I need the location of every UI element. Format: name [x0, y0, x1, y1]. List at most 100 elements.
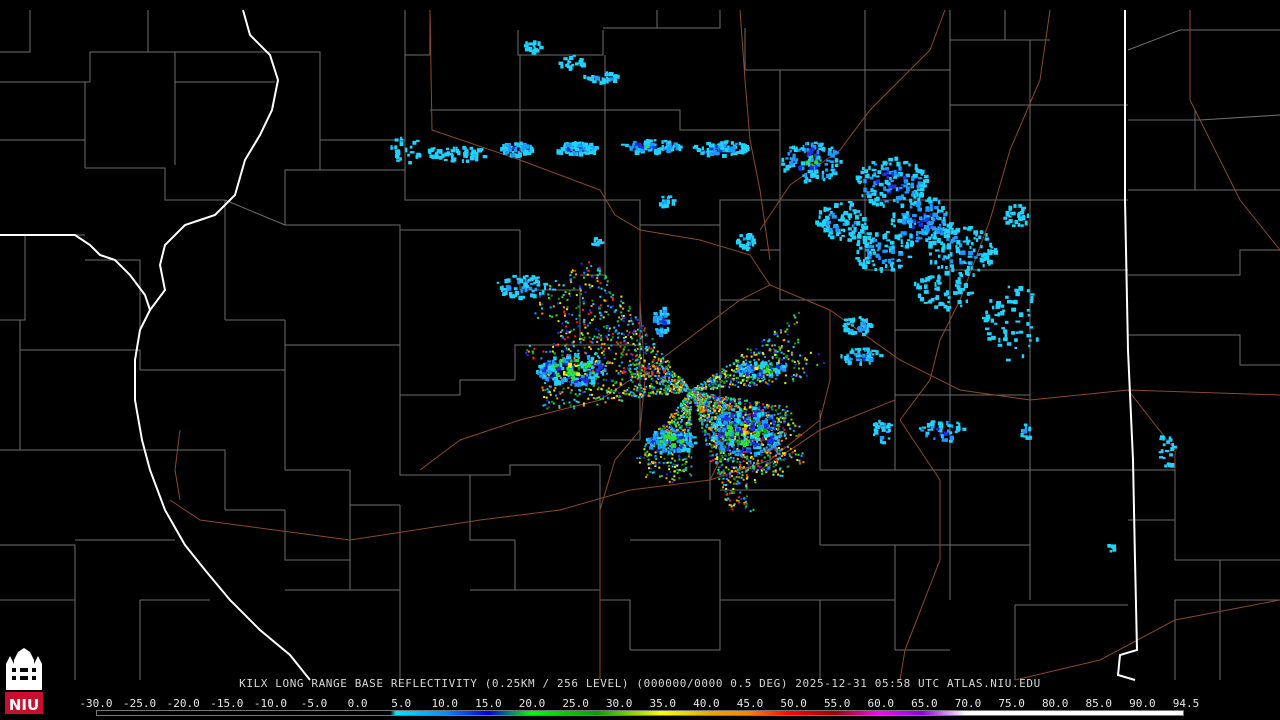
echo-pixel [603, 342, 606, 345]
echo-pixel [728, 504, 731, 506]
echo-pixel [571, 313, 574, 316]
echo-pixel [764, 381, 767, 384]
echo-pixel [567, 348, 570, 351]
echo-pixel [987, 249, 990, 254]
echo-pixel [852, 317, 856, 323]
echo-pixel [607, 387, 610, 390]
echo-pixel [643, 456, 646, 459]
echo-pixel [773, 330, 776, 333]
echo-pixel [579, 62, 582, 67]
echo-pixel [698, 418, 701, 421]
echo-pixel [862, 332, 866, 337]
echo-pixel [662, 383, 664, 386]
echo-pixel [791, 378, 794, 381]
echo-pixel [580, 337, 583, 340]
echo-pixel [573, 357, 576, 360]
echo-pixel [663, 457, 666, 460]
echo-pixel [856, 249, 860, 255]
echo-pixel [568, 331, 571, 333]
echo-pixel [722, 471, 725, 474]
echo-pixel [862, 347, 866, 351]
echo-pixel [754, 481, 757, 484]
echo-pixel [725, 474, 728, 477]
echo-pixel [618, 396, 621, 399]
echo-pixel [687, 429, 690, 432]
echo-pixel [553, 343, 556, 345]
echo-pixel [785, 437, 788, 440]
echo-pixel [749, 456, 752, 459]
echo-pixel [685, 384, 688, 387]
echo-pixel [858, 262, 863, 266]
echo-pixel [721, 481, 724, 484]
echo-pixel [708, 436, 711, 439]
echo-pixel [574, 393, 577, 396]
echo-pixel [565, 143, 570, 147]
echo-pixel [567, 386, 570, 389]
echo-pixel [938, 223, 941, 226]
echo-pixel [839, 236, 842, 241]
echo-pixel [661, 428, 664, 430]
echo-pixel [817, 155, 821, 159]
echo-pixel [575, 400, 578, 403]
echo-pixel [592, 318, 595, 321]
echo-pixel [625, 353, 628, 356]
echo-pixel [701, 430, 704, 433]
echo-pixel [785, 362, 788, 365]
echo-pixel [619, 341, 622, 344]
echo-pixel [630, 319, 633, 322]
echo-pixel [783, 421, 786, 424]
echo-pixel [638, 343, 641, 346]
echo-pixel [886, 182, 891, 186]
echo-pixel [537, 41, 541, 46]
echo-pixel [614, 381, 617, 384]
echo-pixel [814, 160, 819, 164]
echo-pixel [519, 142, 523, 146]
echo-pixel [781, 408, 784, 411]
echo-pixel [673, 372, 676, 375]
echo-pixel [1025, 436, 1030, 440]
echo-pixel [786, 333, 789, 336]
echo-pixel [568, 289, 571, 292]
echo-pixel [919, 216, 923, 221]
echo-pixel [689, 390, 692, 393]
echo-pixel [683, 422, 686, 425]
echo-pixel [710, 444, 713, 447]
echo-pixel [753, 351, 756, 354]
echo-pixel [722, 486, 724, 489]
echo-pixel [625, 330, 628, 333]
echo-pixel [597, 286, 600, 289]
echo-pixel [823, 227, 826, 233]
echo-pixel [798, 461, 801, 464]
echo-pixel [716, 456, 719, 459]
echo-pixel [888, 157, 893, 162]
echo-pixel [666, 327, 670, 332]
echo-pixel [704, 429, 707, 432]
echo-pixel [598, 270, 601, 272]
echo-pixel [656, 314, 659, 318]
echo-pixel [757, 462, 760, 465]
echo-pixel [834, 151, 839, 154]
echo-pixel [602, 316, 605, 319]
echo-pixel [959, 260, 964, 265]
echo-pixel [707, 405, 710, 408]
echo-pixel [721, 368, 724, 370]
echo-pixel [1026, 308, 1030, 312]
echo-pixel [669, 461, 672, 464]
echo-pixel [740, 149, 744, 154]
echo-pixel [745, 505, 748, 508]
echo-pixel [828, 148, 832, 152]
echo-pixel [895, 157, 898, 161]
echo-pixel [619, 370, 622, 373]
echo-pixel [725, 484, 728, 486]
echo-pixel [886, 176, 890, 179]
echo-pixel [554, 280, 557, 282]
echo-pixel [562, 294, 565, 296]
echo-pixel [599, 241, 603, 245]
echo-pixel [903, 184, 908, 188]
echo-pixel [1023, 423, 1028, 427]
echo-pixel [640, 386, 643, 389]
echo-pixel [671, 374, 674, 377]
echo-pixel [647, 463, 650, 466]
echo-pixel [659, 475, 661, 478]
echo-pixel [671, 478, 674, 481]
